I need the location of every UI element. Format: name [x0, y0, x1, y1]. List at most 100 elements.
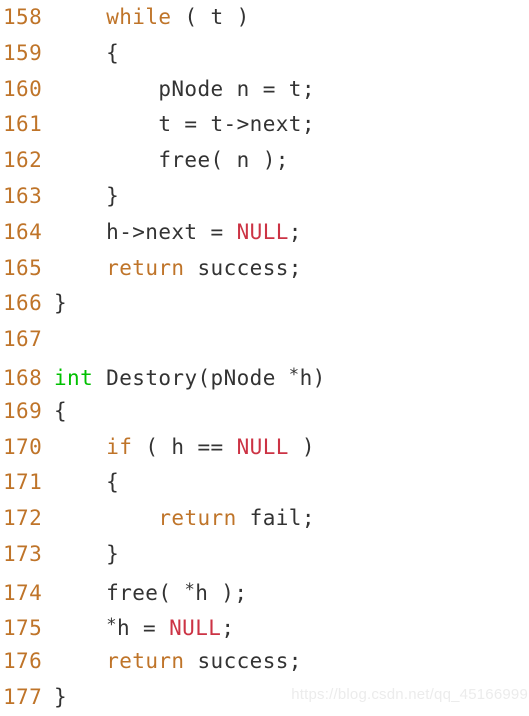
code-token-plain: }: [54, 541, 120, 566]
code-token-plain: pNode n = t;: [54, 76, 315, 101]
code-token-plain: h): [299, 365, 326, 390]
code-line[interactable]: 158 while ( t ): [0, 0, 529, 36]
code-token-keyword: while: [106, 5, 172, 29]
code-token-plain: free( n );: [54, 148, 289, 173]
line-code: {: [54, 470, 119, 494]
line-number: 171: [3, 470, 43, 495]
line-code: free( n );: [54, 148, 289, 172]
code-line[interactable]: 161 t = t->next;: [0, 107, 529, 143]
code-token-plain: *: [288, 364, 300, 385]
code-line[interactable]: 169 {: [0, 394, 529, 430]
line-code: }: [54, 685, 67, 709]
code-line[interactable]: 166}: [0, 286, 529, 322]
line-number: 176: [3, 649, 43, 674]
line-number: 166: [3, 291, 43, 316]
line-code: free( *h );: [54, 579, 248, 605]
line-code: return fail;: [54, 506, 315, 530]
code-token-plain: {: [54, 40, 120, 65]
code-token-plain: h );: [195, 580, 248, 605]
line-number: 161: [3, 112, 43, 137]
code-line[interactable]: 171 {: [0, 465, 529, 501]
code-token-plain: success;: [184, 649, 302, 674]
line-code: {: [54, 41, 119, 65]
line-code: pNode n = t;: [54, 77, 315, 101]
line-number: 174: [3, 580, 43, 605]
line-number: 169: [3, 398, 43, 423]
code-token-constant: NULL: [169, 616, 222, 641]
code-token-keyword: return: [106, 649, 185, 674]
line-code: if ( h == NULL ): [54, 435, 315, 459]
code-token-plain: success;: [184, 255, 302, 280]
code-block: 158 while ( t ) 159 {160 pNode n = t; 161 …: [0, 0, 529, 716]
line-number: 164: [3, 219, 43, 244]
code-token-constant: NULL: [236, 219, 289, 244]
code-token-keyword: if: [106, 434, 133, 459]
code-token-constant: NULL: [236, 434, 289, 459]
code-token-type: int: [54, 365, 94, 390]
code-token-plain: free(: [54, 580, 185, 605]
line-number: 168: [3, 365, 43, 390]
line-code: h->next = NULL;: [54, 220, 302, 244]
code-line[interactable]: 163 }: [0, 179, 529, 215]
code-line[interactable]: 176 return success;: [0, 644, 529, 680]
line-code: return success;: [54, 649, 302, 673]
code-line[interactable]: 159 {: [0, 36, 529, 72]
code-token-plain: h->next =: [54, 219, 237, 244]
code-line[interactable]: 165 return success;: [0, 251, 529, 287]
line-number: 177: [3, 685, 43, 710]
line-code: return success;: [54, 256, 302, 280]
line-number: 160: [3, 76, 43, 101]
line-code: t = t->next;: [54, 112, 315, 136]
code-token-plain: ( h ==: [132, 434, 237, 459]
code-line[interactable]: 170 if ( h == NULL ): [0, 430, 529, 466]
code-token-plain: ): [288, 434, 315, 459]
line-code: while ( t ): [54, 5, 250, 29]
code-line[interactable]: 168 int Destory(pNode *h): [0, 358, 529, 394]
code-token-plain: ;: [288, 219, 302, 244]
code-token-plain: }: [54, 291, 68, 316]
code-token-plain: ;: [221, 616, 235, 641]
line-number: 173: [3, 541, 43, 566]
line-number: 175: [3, 616, 43, 641]
code-token-plain: *: [184, 579, 196, 600]
code-token-plain: {: [54, 398, 68, 423]
code-line[interactable]: 173 }: [0, 537, 529, 573]
line-number: 158: [3, 5, 43, 29]
line-number: 172: [3, 506, 43, 531]
line-code: }: [54, 542, 119, 566]
code-line[interactable]: 160 pNode n = t;: [0, 72, 529, 108]
line-code: }: [54, 184, 119, 208]
code-token-plain: *: [106, 615, 117, 636]
code-line[interactable]: 177}: [0, 680, 529, 716]
code-token-plain: h =: [116, 616, 170, 641]
code-line[interactable]: 167: [0, 322, 529, 358]
line-number: 162: [3, 148, 43, 173]
code-token-keyword: return: [106, 255, 185, 280]
line-code: }: [54, 291, 67, 315]
line-code: {: [54, 399, 67, 423]
line-code: *h = NULL;: [54, 615, 235, 641]
line-code: int Destory(pNode *h): [54, 364, 326, 390]
code-token-plain: ( t ): [171, 5, 250, 29]
code-token-plain: }: [54, 685, 68, 710]
line-number: 159: [3, 40, 43, 65]
code-token-plain: {: [54, 470, 120, 495]
code-line[interactable]: 164 h->next = NULL;: [0, 215, 529, 251]
code-line[interactable]: 172 return fail;: [0, 501, 529, 537]
code-lines-container[interactable]: 158 while ( t ) 159 {160 pNode n = t; 161 …: [0, 0, 529, 716]
code-line[interactable]: 162 free( n );: [0, 143, 529, 179]
code-token-keyword: return: [158, 506, 237, 531]
code-line[interactable]: 175 *h = NULL;: [0, 609, 529, 645]
code-token-plain: Destory(pNode: [93, 365, 289, 390]
line-number: 170: [3, 434, 43, 459]
code-token-plain: fail;: [236, 506, 315, 531]
code-line[interactable]: 174 free( *h );: [0, 573, 529, 609]
line-number: 167: [3, 327, 43, 352]
line-number: 163: [3, 183, 43, 208]
